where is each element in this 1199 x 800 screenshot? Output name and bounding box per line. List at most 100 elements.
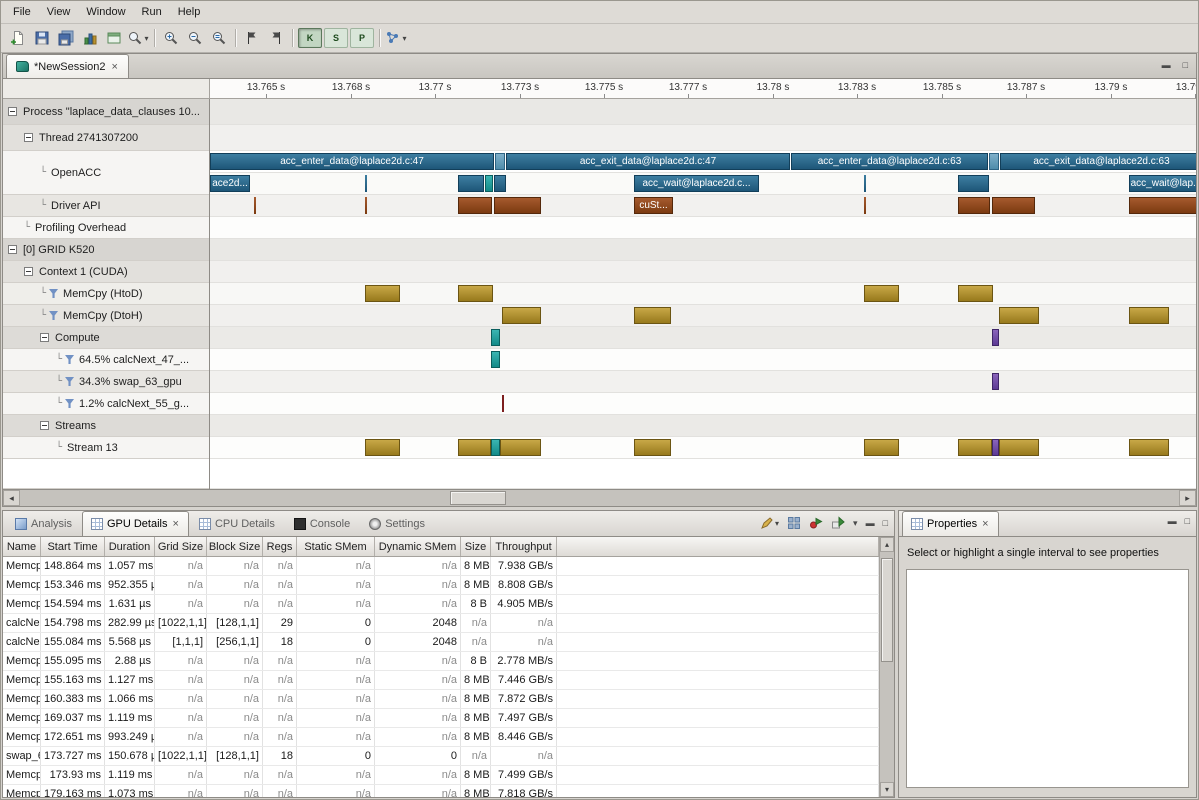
- table-row[interactable]: Memcpy169.037 ms1.119 msn/an/an/an/an/a8…: [3, 709, 879, 728]
- save-session-button[interactable]: [30, 27, 54, 49]
- column-header-name[interactable]: Name: [3, 537, 41, 556]
- mark-timeline-flag-button[interactable]: [240, 27, 264, 49]
- maximize-properties-button[interactable]: □: [1185, 516, 1190, 526]
- timeline-event-bar[interactable]: [495, 153, 505, 170]
- timeline-event-bar[interactable]: [365, 175, 367, 192]
- timeline-event-bar[interactable]: cuSt...: [634, 197, 673, 214]
- tab-settings[interactable]: Settings: [360, 511, 434, 536]
- tab-analysis[interactable]: Analysis: [6, 511, 81, 536]
- minimize-details-button[interactable]: ▬: [866, 518, 875, 528]
- column-header-size[interactable]: Size: [461, 537, 491, 556]
- zoom-fit-button[interactable]: [207, 27, 231, 49]
- toggle-streams-button[interactable]: S: [324, 28, 348, 48]
- column-header-duration[interactable]: Duration: [105, 537, 155, 556]
- timeline-event-bar[interactable]: [958, 197, 990, 214]
- pencil-button[interactable]: ▾: [760, 516, 779, 530]
- goto-flag-button[interactable]: [264, 27, 288, 49]
- timeline-event-bar[interactable]: acc_wait@laplace2d.c...: [634, 175, 759, 192]
- run-analysis-button[interactable]: ▾: [384, 27, 408, 49]
- table-row[interactable]: Memcpy155.163 ms1.127 msn/an/an/an/an/a8…: [3, 671, 879, 690]
- timeline-row-streams[interactable]: Streams: [3, 415, 209, 437]
- timeline-event-bar[interactable]: acc_exit_data@laplace2d.c:47: [506, 153, 790, 170]
- close-tab-icon[interactable]: ×: [172, 519, 180, 529]
- table-row[interactable]: Memcpy155.095 ms2.88 µsn/an/an/an/an/a8 …: [3, 652, 879, 671]
- scroll-left-arrow[interactable]: ◂: [3, 490, 20, 506]
- hscroll-track[interactable]: [20, 490, 1179, 506]
- timeline-event-bar[interactable]: [458, 175, 484, 192]
- scroll-down-arrow[interactable]: ▾: [880, 782, 894, 797]
- timeline-row-kernel-calcnext47[interactable]: └64.5% calcNext_47_...: [3, 349, 209, 371]
- timeline-hscrollbar[interactable]: ◂ ▸: [3, 489, 1196, 506]
- timeline-event-bar[interactable]: [992, 329, 999, 346]
- tab-gpu-details[interactable]: GPU Details×: [82, 511, 189, 536]
- timeline-event-bar[interactable]: [458, 439, 491, 456]
- tab-properties[interactable]: Properties ×: [902, 511, 999, 536]
- timeline-event-bar[interactable]: [458, 197, 492, 214]
- timeline-row-thread[interactable]: Thread 2741307200: [3, 125, 209, 151]
- column-header-throughput[interactable]: Throughput: [491, 537, 557, 556]
- table-row[interactable]: Memcpy154.594 ms1.631 µsn/an/an/an/an/a8…: [3, 595, 879, 614]
- zoom-out-button[interactable]: [183, 27, 207, 49]
- timeline-row-profiling-overhead[interactable]: └Profiling Overhead: [3, 217, 209, 239]
- tab-newsession2[interactable]: *NewSession2 ×: [6, 54, 129, 78]
- column-header-start-time[interactable]: Start Time: [41, 537, 105, 556]
- timeline-event-bar[interactable]: ace2d...: [210, 175, 250, 192]
- timeline-event-bar[interactable]: acc_enter_data@laplace2d.c:47: [210, 153, 494, 170]
- table-row[interactable]: Memcpy160.383 ms1.066 msn/an/an/an/an/a8…: [3, 690, 879, 709]
- vscroll-track[interactable]: [880, 552, 894, 782]
- timeline-event-bar[interactable]: [989, 153, 999, 170]
- minimize-editor-button[interactable]: ▬: [1162, 60, 1171, 70]
- timeline-row-kernel-calcnext55[interactable]: └1.2% calcNext_55_g...: [3, 393, 209, 415]
- table-row[interactable]: Memcpy173.93 ms1.119 msn/an/an/an/an/a8 …: [3, 766, 879, 785]
- timeline-event-bar[interactable]: [494, 197, 541, 214]
- column-header-static-smem[interactable]: Static SMem: [297, 537, 375, 556]
- timeline-event-bar[interactable]: [491, 351, 500, 368]
- timeline-event-bar[interactable]: [494, 175, 506, 192]
- export-session-button[interactable]: [102, 27, 126, 49]
- timeline-event-bar[interactable]: [1129, 307, 1169, 324]
- timeline-event-bar[interactable]: acc_wait@lap...: [1129, 175, 1196, 192]
- timeline-event-bar[interactable]: [1129, 197, 1196, 214]
- chart-button[interactable]: [78, 27, 102, 49]
- timeline-row-filler[interactable]: [3, 459, 209, 489]
- collapse-toggle-icon[interactable]: [24, 133, 33, 142]
- timeline-row-memcpy-dtoh[interactable]: └MemCpy (DtoH): [3, 305, 209, 327]
- timeline-event-bar[interactable]: [502, 307, 541, 324]
- close-tab-icon[interactable]: ×: [111, 62, 119, 72]
- timeline-event-bar[interactable]: [365, 197, 367, 214]
- timeline-event-bar[interactable]: [958, 439, 992, 456]
- timeline-event-bar[interactable]: [999, 307, 1039, 324]
- table-row[interactable]: calcNext155.084 ms5.568 µs[1,1,1][256,1,…: [3, 633, 879, 652]
- table-row[interactable]: Memcpy148.864 ms1.057 msn/an/an/an/an/a8…: [3, 557, 879, 576]
- timeline-event-bar[interactable]: [992, 197, 1035, 214]
- tab-cpu-details[interactable]: CPU Details: [190, 511, 284, 536]
- timeline-event-bar[interactable]: [491, 439, 500, 456]
- menu-help[interactable]: Help: [170, 3, 209, 21]
- timeline-event-bar[interactable]: [634, 439, 671, 456]
- timeline-row-driver-api[interactable]: └Driver API: [3, 195, 209, 217]
- column-header-block-size[interactable]: Block Size: [207, 537, 263, 556]
- timeline-event-bar[interactable]: [1129, 439, 1169, 456]
- table-row[interactable]: calcNext154.798 ms282.99 µs[1022,1,1][12…: [3, 614, 879, 633]
- new-session-button[interactable]: [6, 27, 30, 49]
- export-button[interactable]: [831, 516, 845, 530]
- menu-view[interactable]: View: [39, 3, 79, 21]
- vscroll-thumb[interactable]: [881, 558, 893, 662]
- timeline-event-bar[interactable]: [864, 285, 899, 302]
- timeline-event-bar[interactable]: [864, 175, 866, 192]
- record-button[interactable]: [809, 516, 823, 530]
- scroll-up-arrow[interactable]: ▴: [880, 537, 894, 552]
- column-header-regs[interactable]: Regs: [263, 537, 297, 556]
- toggle-kernel-timeline-button[interactable]: K: [298, 28, 322, 48]
- timeline-event-bar[interactable]: [500, 439, 541, 456]
- table-vscrollbar[interactable]: ▴ ▾: [879, 537, 894, 797]
- column-header-dynamic-smem[interactable]: Dynamic SMem: [375, 537, 461, 556]
- tab-console[interactable]: Console: [285, 511, 359, 536]
- timeline-event-bar[interactable]: [958, 175, 989, 192]
- timeline-row-gpu-device[interactable]: [0] GRID K520: [3, 239, 209, 261]
- timeline-event-bar[interactable]: [992, 439, 999, 456]
- collapse-toggle-icon[interactable]: [24, 267, 33, 276]
- timeline-row-compute[interactable]: Compute: [3, 327, 209, 349]
- menu-window[interactable]: Window: [78, 3, 133, 21]
- close-tab-icon[interactable]: ×: [981, 519, 989, 529]
